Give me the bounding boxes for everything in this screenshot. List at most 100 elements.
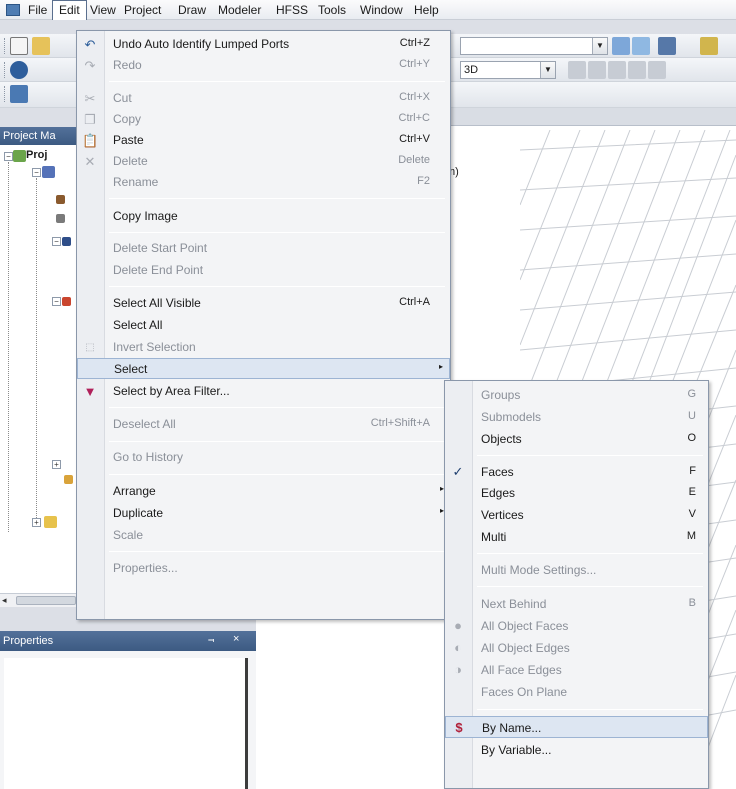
scroll-thumb[interactable]	[16, 596, 76, 605]
menu-item-arrange[interactable]: Arrange ▸	[77, 481, 450, 502]
submenu-item-next-behind[interactable]: Next Behind B	[445, 593, 708, 615]
toolbar-combo[interactable]: ▼	[460, 37, 608, 55]
menu-separator	[477, 709, 703, 710]
chevron-down-icon[interactable]: ▼	[540, 62, 555, 78]
toolbar-grip[interactable]	[4, 38, 6, 54]
toolbar-button-icon[interactable]	[588, 61, 606, 79]
menu-view[interactable]: View	[84, 0, 122, 20]
chevron-down-icon[interactable]: ▼	[592, 38, 607, 54]
menu-edit[interactable]: Edit	[52, 0, 87, 20]
menu-item-label: Redo	[113, 58, 142, 72]
toolbar-button-icon[interactable]	[568, 61, 586, 79]
toolbar-button-icon[interactable]	[612, 37, 630, 55]
submenu-item-faces[interactable]: ✓ Faces F	[445, 461, 708, 483]
submenu-item-groups[interactable]: Groups G	[445, 384, 708, 406]
tree-expand-toggle[interactable]: −	[52, 237, 61, 246]
undo-icon: ↶	[84, 37, 96, 52]
all-object-edges-icon: ◐	[454, 640, 462, 655]
toolbar-button-icon[interactable]	[648, 61, 666, 79]
app-icon[interactable]	[6, 4, 20, 16]
cut-icon: ✂	[84, 91, 96, 106]
view-mode-combo[interactable]: 3D ▼	[460, 61, 556, 79]
menu-item-delete[interactable]: ✕ Delete Delete	[77, 151, 450, 172]
submenu-item-all-object-edges[interactable]: ◐ All Object Edges	[445, 637, 708, 659]
submenu-item-all-object-faces[interactable]: ● All Object Faces	[445, 615, 708, 637]
menu-item-select-all[interactable]: Select All	[77, 315, 450, 336]
toolbar-grip[interactable]	[4, 62, 6, 78]
menu-separator	[109, 198, 445, 199]
submenu-item-vertices[interactable]: Vertices V	[445, 504, 708, 526]
menu-item-copy-image[interactable]: Copy Image	[77, 206, 450, 227]
menu-item-label: Faces On Plane	[481, 685, 568, 699]
menu-separator	[477, 455, 703, 456]
menu-item-shortcut: Ctrl+Y	[399, 58, 430, 70]
properties-content[interactable]	[4, 658, 248, 789]
menu-item-properties[interactable]: Properties...	[77, 558, 450, 579]
menu-item-delete-end-point[interactable]: Delete End Point	[77, 260, 450, 281]
all-object-faces-icon: ●	[454, 618, 462, 633]
project-tree-root[interactable]: Proj	[26, 149, 47, 161]
toolbar-button-icon[interactable]	[608, 61, 626, 79]
submenu-item-edges[interactable]: Edges E	[445, 482, 708, 504]
submenu-item-by-variable[interactable]: By Variable...	[445, 739, 708, 761]
menu-item-shortcut: Ctrl+C	[398, 112, 430, 124]
menu-item-redo[interactable]: ↷ Redo Ctrl+Y	[77, 55, 450, 76]
menu-item-deselect-all[interactable]: Deselect All Ctrl+Shift+A	[77, 414, 450, 435]
menu-separator	[109, 286, 445, 287]
submenu-item-multi[interactable]: Multi M	[445, 526, 708, 548]
toolbar-button-icon[interactable]	[700, 37, 718, 55]
toolbar-grip[interactable]	[4, 86, 6, 102]
menu-separator	[109, 232, 445, 233]
menu-hfss[interactable]: HFSS	[270, 0, 314, 20]
menu-draw[interactable]: Draw	[172, 0, 212, 20]
submenu-item-by-name[interactable]: $ By Name...	[445, 716, 708, 738]
menu-window[interactable]: Window	[354, 0, 409, 20]
pin-icon[interactable]: ⫬	[208, 633, 214, 646]
menu-project[interactable]: Project	[118, 0, 167, 20]
tree-expand-toggle[interactable]: −	[4, 152, 13, 161]
menu-item-select[interactable]: Select ▸	[77, 358, 450, 379]
menu-separator	[109, 551, 445, 552]
submenu-item-all-face-edges[interactable]: ◑ All Face Edges	[445, 659, 708, 681]
menu-tools[interactable]: Tools	[312, 0, 352, 20]
menu-item-select-all-visible[interactable]: Select All Visible Ctrl+A	[77, 293, 450, 314]
menu-item-copy[interactable]: ❐ Copy Ctrl+C	[77, 109, 450, 130]
close-icon[interactable]: ×	[233, 633, 239, 645]
menu-item-shortcut: M	[686, 530, 696, 542]
menu-item-label: Next Behind	[481, 597, 547, 611]
menu-item-cut[interactable]: ✂ Cut Ctrl+X	[77, 88, 450, 109]
menu-help[interactable]: Help	[408, 0, 445, 20]
tree-expand-toggle[interactable]: +	[32, 518, 41, 527]
menu-item-delete-start-point[interactable]: Delete Start Point	[77, 238, 450, 259]
help-icon[interactable]	[10, 61, 28, 79]
scroll-left-icon[interactable]: ◂	[2, 595, 7, 606]
menu-item-scale[interactable]: Scale	[77, 525, 450, 546]
tree-expand-toggle[interactable]: −	[32, 168, 41, 177]
menu-item-undo[interactable]: ↶ Undo Auto Identify Lumped Ports Ctrl+Z	[77, 34, 450, 55]
toolbar-button-icon[interactable]	[628, 61, 646, 79]
menu-item-shortcut: Ctrl+X	[399, 91, 430, 103]
toolbar-button-icon[interactable]	[632, 37, 650, 55]
tree-node-icon	[62, 237, 71, 246]
menu-item-select-by-area-filter[interactable]: ▼ Select by Area Filter...	[77, 381, 450, 402]
toolbar-button-icon[interactable]	[658, 37, 676, 55]
menu-item-go-to-history[interactable]: Go to History	[77, 447, 450, 468]
toolbar-button-icon[interactable]	[10, 85, 28, 103]
menu-item-paste[interactable]: 📋 Paste Ctrl+V	[77, 130, 450, 151]
tree-expand-toggle[interactable]: −	[52, 297, 61, 306]
menu-item-duplicate[interactable]: Duplicate ▸	[77, 503, 450, 524]
menu-item-rename[interactable]: Rename F2	[77, 172, 450, 193]
submenu-item-faces-on-plane[interactable]: Faces On Plane	[445, 681, 708, 703]
menu-item-label: Select	[114, 362, 148, 376]
open-folder-icon[interactable]	[32, 37, 50, 55]
new-file-icon[interactable]	[10, 37, 28, 55]
submenu-item-multi-mode-settings[interactable]: Multi Mode Settings...	[445, 559, 708, 581]
submenu-item-submodels[interactable]: Submodels U	[445, 406, 708, 428]
menu-item-invert-selection[interactable]: ⬚ Invert Selection	[77, 337, 450, 358]
menu-file[interactable]: File	[22, 0, 53, 20]
menu-modeler[interactable]: Modeler	[212, 0, 267, 20]
submenu-item-objects[interactable]: Objects O	[445, 428, 708, 450]
menu-item-label: Delete End Point	[113, 263, 204, 277]
tree-expand-toggle[interactable]: +	[52, 460, 61, 469]
menu-item-shortcut: Ctrl+Shift+A	[370, 417, 430, 429]
